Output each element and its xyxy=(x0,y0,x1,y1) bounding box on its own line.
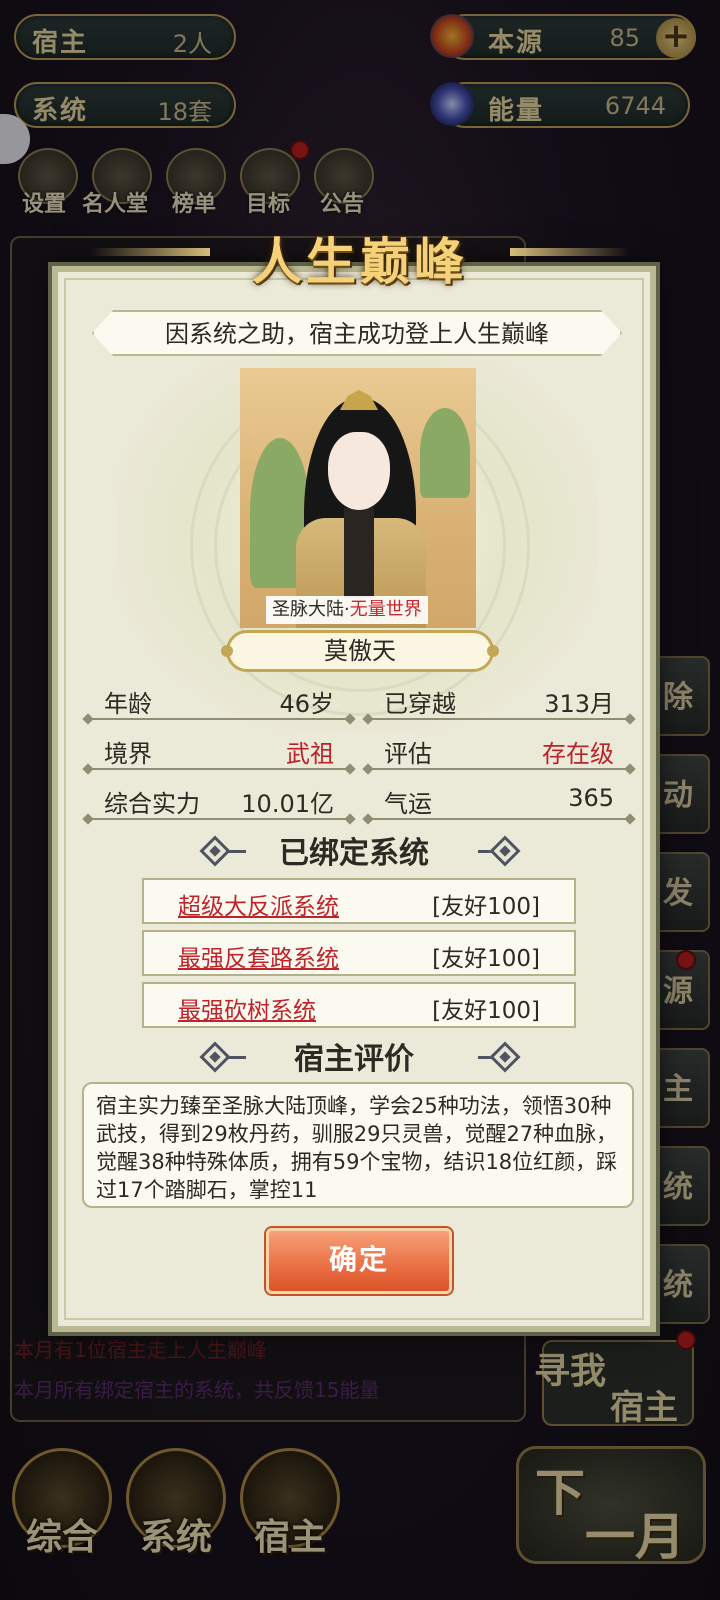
system-favor: [友好100] xyxy=(432,946,540,972)
system-favor: [友好100] xyxy=(432,894,540,920)
age-value: 46岁 xyxy=(279,690,334,718)
system-row: 最强反套路系统 [友好100] xyxy=(142,930,576,976)
realm-label: 境界 xyxy=(104,740,152,768)
life-peak-dialog: 因系统之助，宿主成功登上人生巅峰 圣脉大陆·无量世界 莫傲天 年龄 46岁 已穿… xyxy=(52,266,656,1332)
travel-value: 313月 xyxy=(544,690,614,718)
system-link[interactable]: 最强反套路系统 xyxy=(178,939,339,973)
title-wing-left xyxy=(90,248,210,256)
realm-value: 武祖 xyxy=(286,740,334,768)
travel-label: 已穿越 xyxy=(384,690,456,718)
stat-realm: 境界 武祖 xyxy=(88,726,350,770)
system-row: 最强砍树系统 [友好100] xyxy=(142,982,576,1028)
system-link[interactable]: 最强砍树系统 xyxy=(178,991,316,1025)
world-name: 圣脉大陆· xyxy=(272,599,350,620)
rating-label: 评估 xyxy=(384,740,432,768)
rating-value: 存在级 xyxy=(542,740,614,768)
luck-label: 气运 xyxy=(384,790,432,818)
title-wing-right xyxy=(510,248,630,256)
system-link[interactable]: 超级大反派系统 xyxy=(178,887,339,921)
stat-luck: 气运 365 xyxy=(368,776,630,820)
dialog-subtitle: 因系统之助，宿主成功登上人生巅峰 xyxy=(92,310,622,356)
power-label: 综合实力 xyxy=(104,790,200,818)
host-name: 莫傲天 xyxy=(221,630,499,672)
stat-power: 综合实力 10.01亿 xyxy=(88,776,350,820)
world-label: 圣脉大陆·无量世界 xyxy=(266,596,428,624)
power-value: 10.01亿 xyxy=(241,790,334,818)
system-row: 超级大反派系统 [友好100] xyxy=(142,878,576,924)
bound-systems-title: 已绑定系统 xyxy=(279,836,429,871)
confirm-button[interactable]: 确定 xyxy=(266,1228,452,1294)
stat-rating: 评估 存在级 xyxy=(368,726,630,770)
stat-age: 年龄 46岁 xyxy=(88,676,350,720)
world-tier: 无量世界 xyxy=(349,599,422,620)
dialog-title: 人生巅峰 xyxy=(252,232,468,291)
stat-travel: 已穿越 313月 xyxy=(368,676,630,720)
age-label: 年龄 xyxy=(104,690,152,718)
system-favor: [友好100] xyxy=(432,998,540,1024)
host-evaluation-title: 宿主评价 xyxy=(294,1042,414,1077)
evaluation-text[interactable]: 宿主实力臻至圣脉大陆顶峰，学会25种功法，领悟30种武技，得到29枚丹药，驯服2… xyxy=(82,1082,634,1208)
luck-value: 365 xyxy=(568,784,614,812)
host-portrait xyxy=(240,368,476,628)
